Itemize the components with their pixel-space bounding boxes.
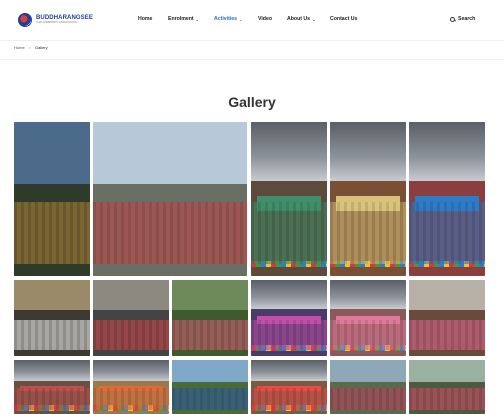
gallery-photo[interactable] — [93, 280, 169, 356]
gallery-photo[interactable] — [409, 122, 485, 276]
gallery-photo[interactable] — [330, 360, 406, 414]
gallery-photo[interactable] — [14, 122, 90, 276]
gallery-photo[interactable] — [251, 360, 327, 414]
gallery-photo[interactable] — [14, 280, 90, 356]
gallery-photo[interactable] — [251, 122, 327, 276]
gallery-photo[interactable] — [93, 360, 169, 414]
gallery-photo[interactable] — [172, 360, 248, 414]
gallery-photo[interactable] — [409, 280, 485, 356]
gallery-photo[interactable] — [330, 280, 406, 356]
gallery-photo[interactable] — [409, 360, 485, 414]
photo-gallery — [0, 0, 504, 414]
gallery-photo[interactable] — [330, 122, 406, 276]
gallery-photo[interactable] — [172, 280, 248, 356]
gallery-photo[interactable] — [14, 360, 90, 414]
gallery-photo[interactable] — [93, 122, 247, 276]
gallery-photo[interactable] — [251, 280, 327, 356]
